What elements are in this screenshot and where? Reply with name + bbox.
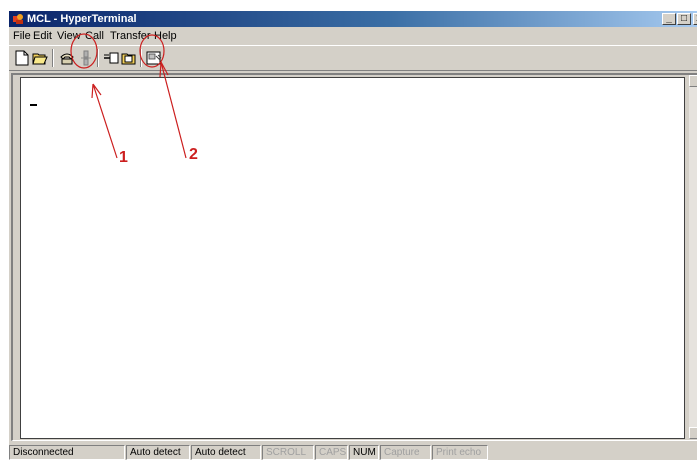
properties-icon[interactable] bbox=[145, 49, 163, 67]
menu-bar: File Edit View Call Transfer Help bbox=[9, 28, 697, 44]
status-scroll: SCROLL bbox=[262, 445, 314, 460]
menu-transfer[interactable]: Transfer bbox=[110, 29, 151, 43]
toolbar-separator bbox=[97, 49, 99, 67]
status-num: NUM bbox=[349, 445, 379, 460]
scroll-down-arrow[interactable] bbox=[689, 427, 697, 439]
close-button[interactable]: x bbox=[693, 13, 697, 25]
status-bar: Disconnected Auto detect Auto detect SCR… bbox=[9, 444, 697, 460]
toolbar-separator bbox=[52, 49, 54, 67]
status-detect-2: Auto detect bbox=[191, 445, 261, 460]
status-detect-1: Auto detect bbox=[126, 445, 190, 460]
text-cursor bbox=[30, 104, 37, 106]
minimize-button[interactable]: _ bbox=[662, 13, 676, 25]
hyperterminal-app-icon[interactable] bbox=[12, 13, 24, 25]
annotation-label-2: 2 bbox=[189, 146, 198, 163]
annotation-label-1: 1 bbox=[119, 149, 128, 166]
title-bar[interactable]: MCL - HyperTerminal _ □ x bbox=[9, 11, 697, 27]
send-file-icon[interactable] bbox=[102, 49, 120, 67]
menu-file[interactable]: File bbox=[13, 29, 31, 43]
open-folder-icon[interactable] bbox=[31, 49, 49, 67]
disconnect-icon[interactable] bbox=[77, 49, 95, 67]
status-capture: Capture bbox=[380, 445, 431, 460]
status-caps: CAPS bbox=[315, 445, 348, 460]
new-connection-icon[interactable] bbox=[13, 49, 31, 67]
toolbar bbox=[9, 45, 697, 71]
menu-call[interactable]: Call bbox=[85, 29, 104, 43]
dial-phone-icon[interactable] bbox=[58, 49, 76, 67]
menu-edit[interactable]: Edit bbox=[33, 29, 52, 43]
menu-view[interactable]: View bbox=[57, 29, 81, 43]
vertical-scrollbar[interactable] bbox=[689, 75, 697, 439]
maximize-button[interactable]: □ bbox=[677, 13, 691, 25]
status-print-echo: Print echo bbox=[432, 445, 488, 460]
hyperterminal-window: MCL - HyperTerminal _ □ x File Edit View… bbox=[8, 10, 697, 460]
terminal-area[interactable] bbox=[20, 77, 685, 439]
status-connection: Disconnected bbox=[9, 445, 125, 460]
receive-file-icon[interactable] bbox=[120, 49, 138, 67]
menu-help[interactable]: Help bbox=[154, 29, 177, 43]
toolbar-separator bbox=[140, 49, 142, 67]
scroll-up-arrow[interactable] bbox=[689, 75, 697, 87]
window-title: MCL - HyperTerminal bbox=[27, 13, 137, 25]
